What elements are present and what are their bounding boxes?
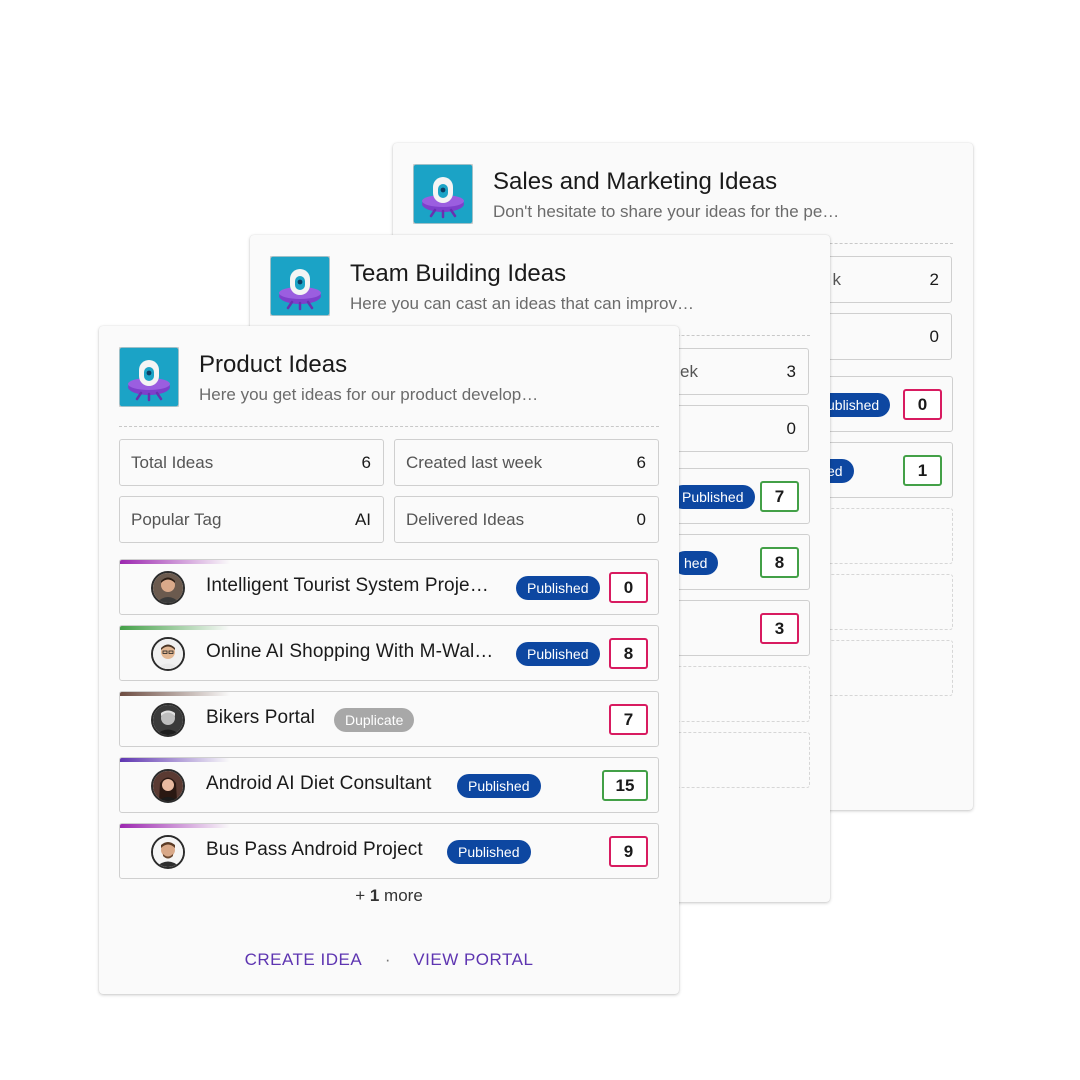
more-prefix: + [355, 886, 370, 905]
idea-title[interactable]: Bikers Portal [206, 707, 315, 729]
idea-title[interactable]: Bus Pass Android Project [206, 839, 423, 861]
idea-row[interactable]: Bikers Portal Duplicate 7 [119, 691, 659, 747]
vote-count[interactable]: 3 [760, 613, 799, 644]
idea-row[interactable]: Online AI Shopping With M-Wal… Published… [119, 625, 659, 681]
stat-label: k [832, 270, 842, 289]
stat-popular-tag: Popular Tag AI [119, 496, 384, 543]
create-idea-button[interactable]: CREATE IDEA [245, 950, 363, 969]
status-badge: Published [516, 642, 600, 666]
stat-total-ideas: Total Ideas 6 [119, 439, 384, 486]
more-suffix: more [379, 886, 423, 905]
vote-count[interactable]: 1 [903, 455, 942, 486]
view-portal-button[interactable]: VIEW PORTAL [413, 950, 533, 969]
status-badge: Duplicate [334, 708, 415, 732]
row-accent-bar [120, 758, 230, 762]
portal-description: Here you can cast an ideas that can impr… [350, 294, 694, 313]
stat-value: 3 [786, 362, 796, 381]
divider [119, 426, 659, 427]
ufo-robot-icon [118, 346, 180, 408]
stat-value: 0 [786, 419, 796, 438]
idea-title[interactable]: Intelligent Tourist System Proje… [206, 575, 489, 597]
vote-count[interactable]: 0 [609, 572, 648, 603]
card-actions: CREATE IDEA · VIEW PORTAL [99, 950, 679, 970]
portal-title[interactable]: Sales and Marketing Ideas [493, 168, 777, 196]
card-header: Sales and Marketing Ideas Don't hesitate… [412, 163, 953, 226]
person-avatar [151, 571, 185, 605]
person-avatar [151, 703, 185, 737]
portal-title[interactable]: Team Building Ideas [350, 260, 566, 288]
person-avatar [151, 769, 185, 803]
stat-label: Total Ideas [131, 453, 214, 472]
vote-count[interactable]: 0 [903, 389, 942, 420]
row-accent-bar [120, 824, 230, 828]
stat-label: Popular Tag [131, 510, 222, 529]
row-accent-bar [120, 560, 230, 564]
stat-value: 0 [636, 510, 646, 529]
vote-count[interactable]: 8 [609, 638, 648, 669]
idea-row[interactable]: Android AI Diet Consultant Published 15 [119, 757, 659, 813]
row-accent-bar [120, 692, 230, 696]
stat-label: Created last week [406, 453, 543, 472]
more-ideas-link[interactable]: + 1 more [99, 886, 679, 906]
vote-count[interactable]: 7 [609, 704, 648, 735]
vote-count[interactable]: 8 [760, 547, 799, 578]
more-count: 1 [369, 886, 380, 905]
stat-value: AI [354, 510, 371, 529]
stat-label: ek [680, 362, 698, 381]
status-badge: Published [457, 774, 541, 798]
idea-title[interactable]: Online AI Shopping With M-Wal… [206, 641, 493, 663]
vote-count[interactable]: 9 [609, 836, 648, 867]
stat-created-last-week: Created last week 6 [394, 439, 659, 486]
product-ideas-card[interactable]: Product Ideas Here you get ideas for our… [99, 326, 679, 994]
stat-value: 2 [929, 270, 939, 289]
portal-title[interactable]: Product Ideas [199, 351, 347, 379]
portal-description: Don't hesitate to share your ideas for t… [493, 202, 840, 221]
stat-label: Delivered Ideas [406, 510, 525, 529]
idea-row[interactable]: Intelligent Tourist System Proje… Publis… [119, 559, 659, 615]
row-accent-bar [120, 626, 230, 630]
card-header: Product Ideas Here you get ideas for our… [118, 346, 659, 409]
vote-count[interactable]: 7 [760, 481, 799, 512]
status-badge: Published [516, 576, 600, 600]
idea-title[interactable]: Android AI Diet Consultant [206, 773, 431, 795]
stat-value: 6 [636, 453, 646, 472]
person-avatar [151, 835, 185, 869]
stat-value: 6 [361, 453, 371, 472]
ufo-robot-icon [412, 163, 474, 225]
action-separator: · [384, 950, 391, 969]
idea-row[interactable]: Bus Pass Android Project Published 9 [119, 823, 659, 879]
vote-count[interactable]: 15 [602, 770, 648, 801]
stat-delivered-ideas: Delivered Ideas 0 [394, 496, 659, 543]
ufo-robot-icon [269, 255, 331, 317]
card-header: Team Building Ideas Here you can cast an… [269, 255, 810, 318]
person-avatar [151, 637, 185, 671]
portal-description: Here you get ideas for our product devel… [199, 385, 539, 404]
status-badge: Published [671, 485, 755, 509]
status-badge: Published [447, 840, 531, 864]
stat-value: 0 [929, 327, 939, 346]
status-badge: hed [673, 551, 719, 575]
